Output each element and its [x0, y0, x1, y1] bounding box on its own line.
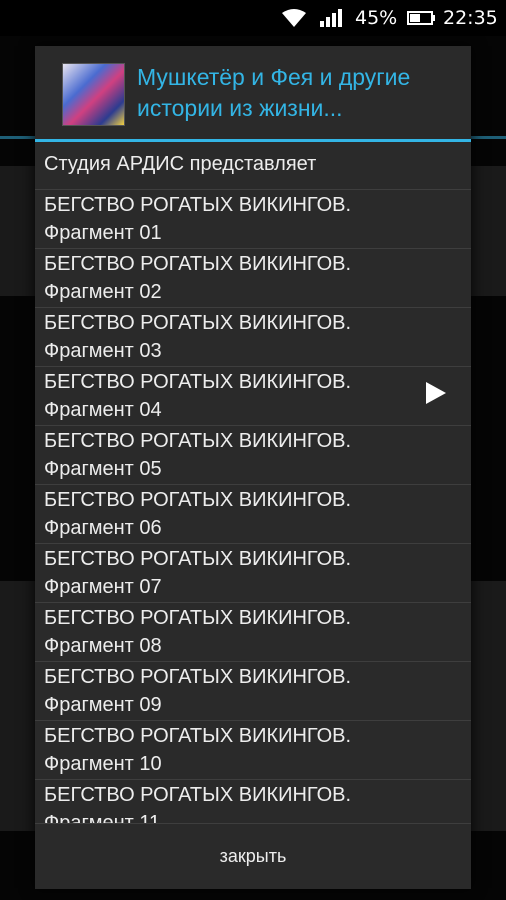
- track-title: БЕГСТВО РОГАТЫХ ВИКИНГОВ.: [44, 725, 352, 747]
- list-item-intro[interactable]: Студия АРДИС представляет: [35, 142, 471, 190]
- track-fragment: Фрагмент 07: [44, 576, 162, 598]
- track-title: БЕГСТВО РОГАТЫХ ВИКИНГОВ.: [44, 430, 352, 452]
- clock: 22:35: [443, 7, 498, 29]
- dialog-footer: закрыть: [35, 823, 471, 889]
- track-fragment: Фрагмент 05: [44, 458, 162, 480]
- track-list[interactable]: Студия АРДИС представляет БЕГСТВО РОГАТЫ…: [35, 142, 471, 867]
- battery-percent: 45%: [355, 7, 398, 29]
- track-fragment: Фрагмент 06: [44, 517, 162, 539]
- track-item[interactable]: БЕГСТВО РОГАТЫХ ВИКИНГОВ. Фрагмент 07: [35, 544, 471, 603]
- track-item[interactable]: БЕГСТВО РОГАТЫХ ВИКИНГОВ. Фрагмент 03: [35, 308, 471, 367]
- track-title: БЕГСТВО РОГАТЫХ ВИКИНГОВ.: [44, 253, 352, 275]
- dialog-header: Мушкетёр и Фея и другие истории из жизни…: [35, 46, 471, 139]
- wifi-icon: [281, 0, 307, 36]
- background-panel-left: [0, 581, 35, 831]
- track-title: БЕГСТВО РОГАТЫХ ВИКИНГОВ.: [44, 666, 352, 688]
- track-title: БЕГСТВО РОГАТЫХ ВИКИНГОВ.: [44, 312, 352, 334]
- track-item[interactable]: БЕГСТВО РОГАТЫХ ВИКИНГОВ. Фрагмент 04: [35, 367, 471, 426]
- track-item[interactable]: БЕГСТВО РОГАТЫХ ВИКИНГОВ. Фрагмент 02: [35, 249, 471, 308]
- track-title: БЕГСТВО РОГАТЫХ ВИКИНГОВ.: [44, 371, 352, 393]
- playlist-dialog: Мушкетёр и Фея и другие истории из жизни…: [35, 46, 471, 889]
- track-item[interactable]: БЕГСТВО РОГАТЫХ ВИКИНГОВ. Фрагмент 08: [35, 603, 471, 662]
- track-title: БЕГСТВО РОГАТЫХ ВИКИНГОВ.: [44, 194, 352, 216]
- track-item[interactable]: БЕГСТВО РОГАТЫХ ВИКИНГОВ. Фрагмент 09: [35, 662, 471, 721]
- list-item-label: Студия АРДИС представляет: [44, 153, 317, 175]
- status-bar: 45% 22:35: [0, 0, 506, 36]
- dialog-title: Мушкетёр и Фея и другие истории из жизни…: [137, 64, 411, 121]
- background-panel-right: [471, 581, 506, 831]
- track-fragment: Фрагмент 01: [44, 222, 162, 244]
- track-fragment: Фрагмент 03: [44, 340, 162, 362]
- track-fragment: Фрагмент 08: [44, 635, 162, 657]
- screen: 45% 22:35 Мушкетёр и Фея и другие истори…: [0, 0, 506, 900]
- battery-icon: [407, 0, 437, 36]
- track-item[interactable]: БЕГСТВО РОГАТЫХ ВИКИНГОВ. Фрагмент 01: [35, 190, 471, 249]
- track-title: БЕГСТВО РОГАТЫХ ВИКИНГОВ.: [44, 784, 352, 806]
- close-button[interactable]: закрыть: [35, 824, 471, 889]
- tracks-container: БЕГСТВО РОГАТЫХ ВИКИНГОВ. Фрагмент 01 БЕГС…: [35, 190, 471, 839]
- signal-icon: [319, 0, 343, 36]
- album-cover: [62, 63, 125, 126]
- track-item[interactable]: БЕГСТВО РОГАТЫХ ВИКИНГОВ. Фрагмент 10: [35, 721, 471, 780]
- background-card-left: [0, 166, 35, 296]
- track-fragment: Фрагмент 04: [44, 399, 162, 421]
- background-card-right: [471, 166, 506, 296]
- track-fragment: Фрагмент 10: [44, 753, 162, 775]
- play-icon: [425, 381, 447, 405]
- track-title: БЕГСТВО РОГАТЫХ ВИКИНГОВ.: [44, 548, 352, 570]
- track-fragment: Фрагмент 09: [44, 694, 162, 716]
- track-fragment: Фрагмент 02: [44, 281, 162, 303]
- track-item[interactable]: БЕГСТВО РОГАТЫХ ВИКИНГОВ. Фрагмент 05: [35, 426, 471, 485]
- track-item[interactable]: БЕГСТВО РОГАТЫХ ВИКИНГОВ. Фрагмент 06: [35, 485, 471, 544]
- track-title: БЕГСТВО РОГАТЫХ ВИКИНГОВ.: [44, 489, 352, 511]
- track-title: БЕГСТВО РОГАТЫХ ВИКИНГОВ.: [44, 607, 352, 629]
